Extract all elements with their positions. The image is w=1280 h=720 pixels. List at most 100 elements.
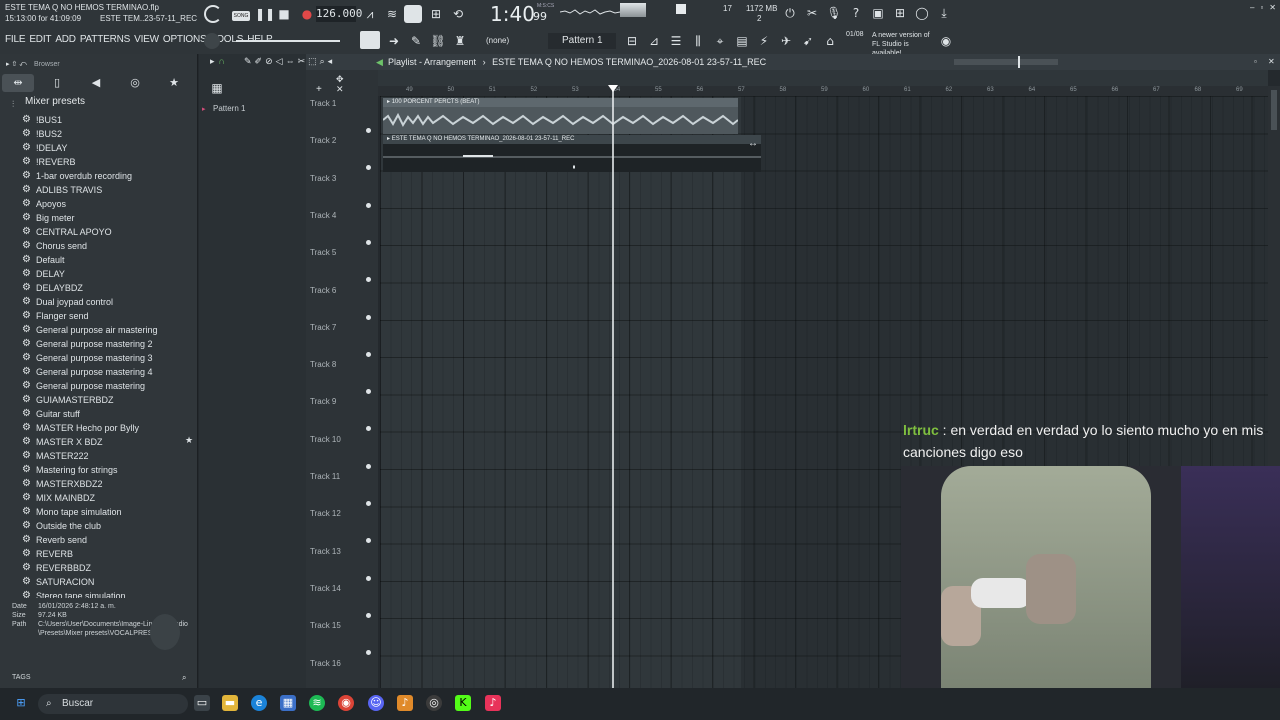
preset-item[interactable]: ⚙ General purpose air mastering (22, 323, 198, 337)
preset-item[interactable]: ⚙ General purpose mastering 4 (22, 365, 198, 379)
track-label[interactable]: Track 2 (310, 136, 336, 145)
minimize-icon[interactable]: – (1250, 3, 1254, 12)
tiktok-icon[interactable]: ♪ (485, 695, 501, 711)
menu-options[interactable]: OPTIONS (163, 34, 207, 45)
preset-item[interactable]: ⚙ Chorus send (22, 239, 198, 253)
task-view-icon[interactable]: ▭ (194, 695, 210, 711)
playlist-close-icon[interactable]: ✕ (1268, 57, 1275, 66)
browser-icon[interactable]: ▤ (734, 33, 750, 49)
favorites-tab-icon[interactable]: ★ (158, 74, 190, 92)
preset-item[interactable]: ⚙ DELAYBDZ (22, 281, 198, 295)
track-label[interactable]: Track 12 (310, 509, 341, 518)
preset-item[interactable]: ⚙ MASTERXBDZ2 (22, 477, 198, 491)
preset-item[interactable]: ⚙ Dual joypad control (22, 295, 198, 309)
track-label[interactable]: Track 6 (310, 286, 336, 295)
menu-edit[interactable]: EDIT (29, 34, 51, 45)
playlist-minimize-icon[interactable]: ▫ (1254, 57, 1257, 66)
spotify-icon[interactable]: ≋ (309, 695, 325, 711)
files-tab-icon[interactable]: ▯ (41, 74, 73, 92)
close-icon[interactable]: ✕ (1269, 3, 1276, 12)
help-icon[interactable]: ? (848, 5, 864, 21)
track-label[interactable]: Track 7 (310, 323, 336, 332)
track-mute-dot[interactable] (366, 239, 371, 245)
vertical-scroll-thumb[interactable] (1271, 90, 1277, 130)
preset-item[interactable]: ⚙ Big meter (22, 211, 198, 225)
track-mute-dot[interactable] (366, 277, 371, 283)
plugin-icon[interactable]: ⌖ (712, 33, 728, 49)
song-mode-toggle[interactable]: SONG (232, 11, 250, 21)
kick-icon[interactable]: K (455, 695, 471, 711)
preset-item[interactable]: ⚙ !REVERB (22, 155, 198, 169)
preset-item[interactable]: ⚙ !DELAY (22, 141, 198, 155)
preset-item[interactable]: ⚙ Guitar stuff (22, 407, 198, 421)
menu-patterns[interactable]: PATTERNS (80, 34, 130, 45)
file-explorer-icon[interactable]: ▬ (222, 695, 238, 711)
track-label[interactable]: Track 8 (310, 360, 336, 369)
discord-icon[interactable]: ☺ (368, 695, 384, 711)
preset-item[interactable]: ⚙ Stereo tape simulation (22, 589, 198, 598)
preset-item[interactable]: ⚙ MASTER222 (22, 449, 198, 463)
preset-item[interactable]: ⚙ Apoyos (22, 197, 198, 211)
preset-item[interactable]: ⚙ MASTER Hecho por Bylly (22, 421, 198, 435)
close-track-icon[interactable]: ✕ (336, 84, 344, 95)
fl-studio-icon[interactable]: ♪ (397, 695, 413, 711)
preset-item[interactable]: ⚙ MASTER X BDZ (22, 435, 198, 449)
preset-item[interactable]: ⚙ Mono tape simulation (22, 505, 198, 519)
track-mute-dot[interactable] (366, 165, 371, 171)
track-mute-dot[interactable] (366, 314, 371, 320)
track-label[interactable]: Track 15 (310, 621, 341, 630)
windows-start-icon[interactable]: ⊞ (13, 695, 29, 711)
track-label[interactable]: Track 10 (310, 435, 341, 444)
download-icon[interactable]: ⤓ (936, 5, 952, 21)
draw-tool-icon[interactable]: ✎ (244, 56, 252, 67)
track-mute-dot[interactable] (366, 538, 371, 544)
loop-record-icon[interactable]: ⟲ (450, 6, 466, 22)
preset-item[interactable]: ⚙ REVERBBDZ (22, 561, 198, 575)
playback-tool-icon[interactable]: ◂ (328, 56, 333, 67)
slice-tool-icon[interactable]: ✂ (298, 56, 306, 67)
browser-nav-icons[interactable]: ▸ ⇧ ⤺ (6, 60, 27, 69)
playhead-marker[interactable] (608, 85, 618, 92)
metronome-icon[interactable]: ⩘ (362, 6, 378, 22)
playhead[interactable] (612, 86, 614, 688)
track-mute-dot[interactable] (366, 463, 371, 469)
timeline-ruler[interactable]: 49 50 51 52 53 54 55 56 57 58 59 60 61 62 63 64 65 66 67 68… (378, 86, 1268, 96)
record-icon[interactable]: ● (299, 6, 315, 22)
track-label[interactable]: Track 4 (310, 211, 336, 220)
master-pitch-slider[interactable] (236, 40, 340, 42)
snap-selector[interactable]: (none) (474, 33, 534, 49)
preset-item[interactable]: ⚙ Mastering for strings (22, 463, 198, 477)
power-icon[interactable]: ⏻ (782, 5, 798, 21)
delete-tool-icon[interactable]: ⊘ (265, 56, 273, 67)
mixer-presets-folder[interactable]: Mixer presets (25, 96, 85, 107)
preset-item[interactable]: ⚙ ADLIBS TRAVIS (22, 183, 198, 197)
track-label[interactable]: Track 14 (310, 584, 341, 593)
chat-icon[interactable]: ◯ (914, 5, 930, 21)
track-mute-dot[interactable] (366, 501, 371, 506)
playlist-menu-icon[interactable]: ▸ (210, 56, 215, 67)
paint-tool-icon[interactable]: ✐ (255, 56, 263, 67)
preset-item[interactable]: ⚙ DELAY (22, 267, 198, 281)
pattern-selector[interactable]: Pattern 1 (548, 33, 616, 49)
slip-tool-icon[interactable]: ⇔ (286, 56, 295, 67)
preset-item[interactable]: ⚙ MIX MAINBDZ (22, 491, 198, 505)
preset-item[interactable]: ⚙ Default (22, 253, 198, 267)
tools-icon[interactable]: ✂ (804, 5, 820, 21)
plug-icon[interactable]: ⚡ (756, 33, 772, 49)
link-icon[interactable]: ⛓ (430, 33, 446, 49)
pause-icon[interactable]: ❚❚ (255, 6, 275, 22)
preset-item[interactable]: ⚙ CENTRAL APOYO (22, 225, 198, 239)
pitch-knob[interactable] (204, 33, 220, 49)
track-mute-dot[interactable] (366, 612, 371, 618)
track-mute-dot[interactable] (366, 426, 371, 432)
track-label[interactable]: Track 5 (310, 248, 336, 257)
stop-icon[interactable]: ■ (276, 6, 292, 22)
preset-item[interactable]: ⚙ REVERB (22, 547, 198, 561)
preset-item[interactable]: ⚙ !BUS1 (22, 113, 198, 127)
menu-file[interactable]: FILE (5, 34, 26, 45)
plugins-tab-icon[interactable]: ◀ (80, 74, 112, 92)
preset-item[interactable]: ⚙ General purpose mastering 3 (22, 351, 198, 365)
preset-item[interactable]: ⚙ GUIAMASTERBDZ (22, 393, 198, 407)
mixer-window-icon[interactable]: ⫼ (690, 33, 706, 49)
globe-icon[interactable]: ◉ (938, 33, 954, 49)
